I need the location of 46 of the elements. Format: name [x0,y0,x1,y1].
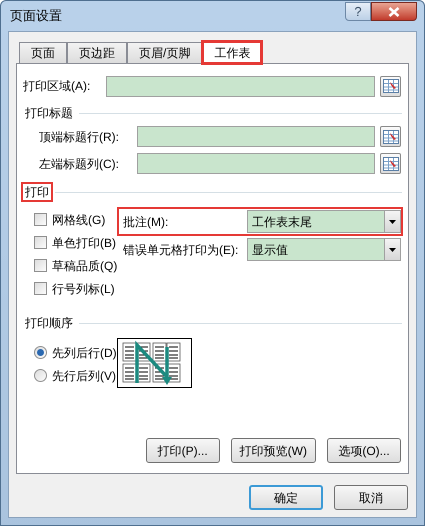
section-title: 打印 [23,184,51,200]
input-field[interactable] [137,153,375,174]
field-label: 左端标题列(C): [39,156,120,172]
radio-button[interactable] [34,346,47,359]
dropdown-value: 显示值 [252,242,288,258]
close-icon [388,6,400,16]
checkbox-label: 草稿品质(Q) [52,258,118,274]
panel-button[interactable]: 选项(O)... [327,438,401,463]
field-label: 顶端标题行(R): [39,128,120,146]
radio-label: 先列后行(D) [52,344,117,362]
range-select-button[interactable] [380,76,401,96]
range-select-button[interactable] [380,126,401,147]
dialog-button[interactable]: 取消 [334,485,408,510]
field-label: 错误单元格打印为(E): [123,242,240,258]
grid-arrow-icon [382,130,398,144]
checkbox[interactable] [34,236,47,249]
input-field[interactable] [106,76,375,96]
checkbox-label: 单色打印(B) [52,234,116,252]
range-select-button[interactable] [380,153,401,174]
tab[interactable]: 页边距 [67,42,127,63]
close-button[interactable] [371,2,417,21]
checkbox-label: 网格线(G) [52,212,106,228]
dialog-button[interactable]: 确定 [249,485,323,510]
panel-button[interactable]: 打印(P)... [146,438,220,463]
section-title: 打印标题 [24,105,74,121]
panel-button[interactable]: 打印预览(W) [230,438,316,463]
help-button[interactable]: ? [345,2,371,21]
radio-button[interactable] [34,369,47,382]
checkbox[interactable] [34,282,47,295]
checkbox[interactable] [34,259,47,272]
checkbox[interactable] [34,213,47,226]
dropdown[interactable]: 显示值 [247,238,401,261]
section-title: 打印顺序 [24,315,74,331]
grid-arrow-icon [382,79,398,93]
input-field[interactable] [137,126,375,147]
tab[interactable]: 页眉/页脚 [127,42,202,63]
tab[interactable]: 工作表 [202,41,262,64]
dropdown-value: 工作表末尾 [252,214,312,230]
dropdown[interactable]: 工作表末尾 [247,210,401,233]
tab[interactable]: 页面 [19,42,67,63]
checkbox-label: 行号列标(L) [52,280,115,298]
window-title: 页面设置 [9,7,63,26]
field-label: 打印区域(A): [23,78,92,95]
grid-arrow-icon [382,156,398,170]
field-label: 批注(M): [123,214,170,230]
radio-label: 先行后列(V) [52,368,116,384]
